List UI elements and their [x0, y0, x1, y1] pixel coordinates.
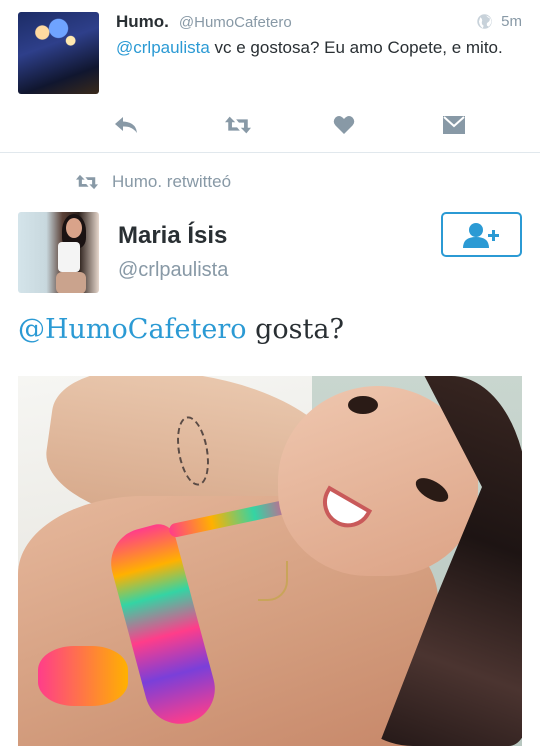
add-user-icon	[462, 222, 499, 248]
user-handle[interactable]: @HumoCafetero	[179, 14, 292, 31]
maria-avatar[interactable]	[18, 212, 99, 293]
retweeted-user-handle[interactable]: @crlpaulista	[118, 259, 228, 282]
retweeted-tweet-text: @HumoCafetero gosta?	[18, 314, 344, 345]
retweeted-display-name[interactable]: Maria Ísis	[118, 222, 227, 250]
reply-button[interactable]	[113, 112, 139, 138]
top-tweet[interactable]: Humo. @HumoCafetero 5m @crlpaulista vc e…	[0, 0, 540, 152]
mention-link[interactable]: @crlpaulista	[116, 38, 210, 57]
tweet-divider	[0, 152, 540, 153]
retweet-context-text[interactable]: Humo. retwitteó	[112, 172, 231, 192]
retweet-context: Humo. retwitteó	[76, 172, 231, 192]
favorite-button[interactable]	[331, 112, 357, 138]
display-name[interactable]: Humo.	[116, 12, 169, 32]
tweet-body: vc e gostosa? Eu amo Copete, e mito.	[209, 38, 503, 57]
reply-icon	[115, 117, 137, 133]
globe-icon	[477, 14, 492, 29]
tweet-actions	[0, 112, 540, 138]
top-tweet-header: Humo. @HumoCafetero	[116, 12, 292, 32]
timestamp[interactable]: 5m	[501, 13, 522, 30]
retweet-icon	[225, 116, 251, 134]
retweet-button[interactable]	[225, 112, 251, 138]
retweet-icon	[76, 174, 98, 190]
follow-button[interactable]	[441, 212, 522, 257]
heart-icon	[333, 116, 355, 134]
mention-link[interactable]: @HumoCafetero	[18, 314, 247, 345]
timestamp-wrap: 5m	[476, 13, 522, 30]
tweet-photo[interactable]	[18, 376, 522, 746]
tweet-body: gosta?	[246, 314, 344, 345]
tweet-text: @crlpaulista vc e gostosa? Eu amo Copete…	[116, 36, 521, 59]
direct-message-button[interactable]	[441, 112, 467, 138]
humo-avatar[interactable]	[18, 12, 99, 94]
direct-message-icon	[443, 116, 465, 134]
